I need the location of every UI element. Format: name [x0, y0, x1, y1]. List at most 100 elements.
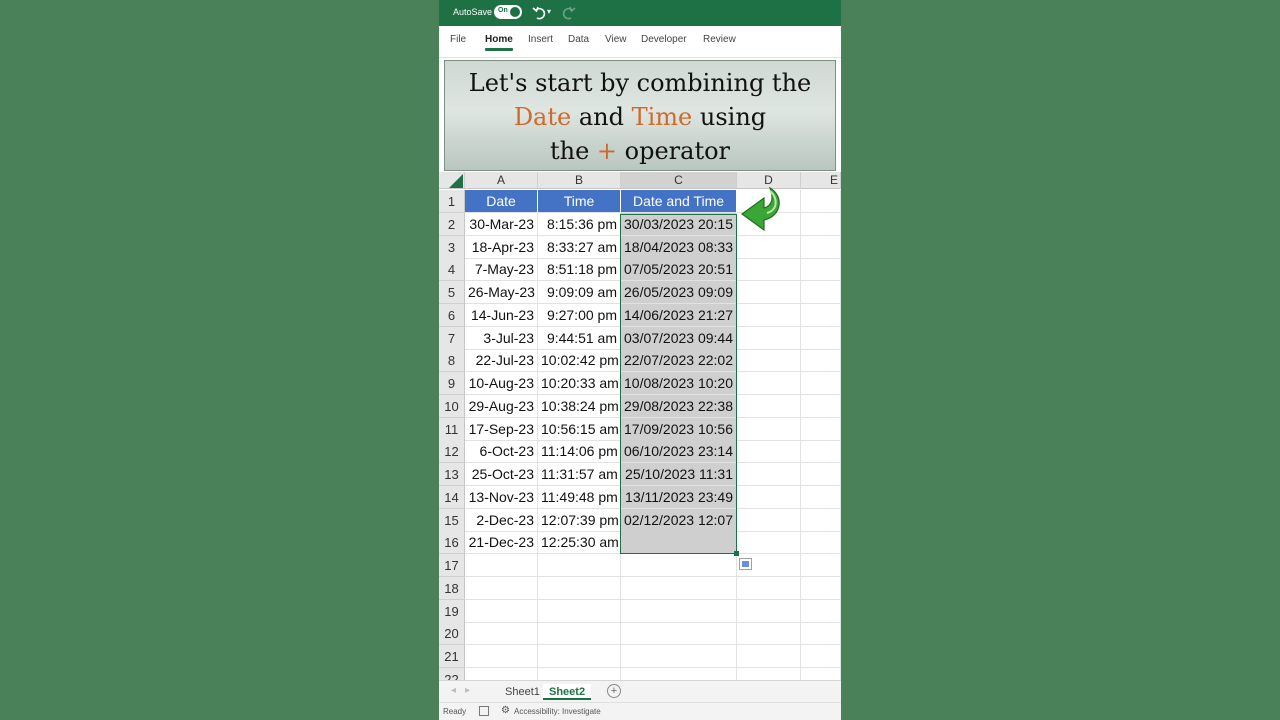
- status-accessibility[interactable]: Accessibility: Investigate: [514, 707, 601, 716]
- autosave-toggle[interactable]: On: [494, 5, 522, 19]
- row-header[interactable]: 18: [439, 576, 465, 600]
- row-header[interactable]: 16: [439, 531, 465, 555]
- tab-review[interactable]: Review: [703, 34, 736, 45]
- time-cell[interactable]: 9:27:00 pm: [538, 303, 621, 327]
- empty-cell[interactable]: [801, 485, 841, 509]
- empty-cell[interactable]: [465, 554, 538, 577]
- empty-cell[interactable]: [801, 212, 841, 236]
- quick-analysis-icon[interactable]: [739, 558, 752, 570]
- empty-cell[interactable]: [465, 576, 538, 600]
- empty-cell[interactable]: [538, 599, 621, 623]
- datetime-cell[interactable]: 18/04/2023 08:33: [621, 235, 737, 259]
- date-cell[interactable]: 3-Jul-23: [465, 326, 538, 350]
- empty-cell[interactable]: [801, 349, 841, 373]
- empty-cell[interactable]: [621, 599, 737, 623]
- undo-dropdown-icon[interactable]: ▾: [547, 7, 551, 16]
- row-header[interactable]: 20: [439, 622, 465, 646]
- datetime-cell[interactable]: 07/05/2023 20:51: [621, 258, 737, 282]
- empty-cell[interactable]: [465, 599, 538, 623]
- row-header[interactable]: 6: [439, 303, 465, 327]
- empty-cell[interactable]: [801, 326, 841, 350]
- empty-cell[interactable]: [737, 417, 801, 441]
- row-header[interactable]: 7: [439, 326, 465, 350]
- empty-cell[interactable]: [737, 303, 801, 327]
- datetime-cell[interactable]: 29/08/2023 22:38: [621, 394, 737, 418]
- row-header[interactable]: 14: [439, 485, 465, 509]
- empty-cell[interactable]: [737, 326, 801, 350]
- empty-cell[interactable]: [737, 463, 801, 486]
- datetime-cell[interactable]: 26/05/2023 09:09: [621, 281, 737, 304]
- empty-cell[interactable]: [801, 576, 841, 600]
- row-header[interactable]: 2: [439, 212, 465, 236]
- row-header[interactable]: 15: [439, 508, 465, 532]
- datetime-cell[interactable]: 17/09/2023 10:56: [621, 417, 737, 441]
- empty-cell[interactable]: [801, 235, 841, 259]
- row-header[interactable]: 13: [439, 463, 465, 486]
- sheet-tab-sheet1[interactable]: Sheet1: [499, 684, 546, 700]
- row-header[interactable]: 9: [439, 372, 465, 395]
- time-cell[interactable]: 10:56:15 am: [538, 417, 621, 441]
- datetime-cell[interactable]: 25/10/2023 11:31: [621, 463, 737, 486]
- datetime-cell[interactable]: 22/07/2023 22:02: [621, 349, 737, 373]
- datetime-cell[interactable]: 03/07/2023 09:44: [621, 326, 737, 350]
- empty-cell[interactable]: [801, 281, 841, 304]
- datetime-cell[interactable]: 06/10/2023 23:14: [621, 440, 737, 464]
- empty-cell[interactable]: [801, 508, 841, 532]
- empty-cell[interactable]: [737, 372, 801, 395]
- next-sheet-icon[interactable]: ▸: [465, 685, 470, 696]
- row-header[interactable]: 3: [439, 235, 465, 259]
- empty-cell[interactable]: [801, 190, 841, 213]
- macro-recording-icon[interactable]: [479, 706, 489, 716]
- header-cell[interactable]: Date: [465, 190, 538, 213]
- time-cell[interactable]: 12:07:39 pm: [538, 508, 621, 532]
- empty-cell[interactable]: [801, 394, 841, 418]
- column-header-a[interactable]: A: [465, 172, 538, 189]
- empty-cell[interactable]: [801, 531, 841, 555]
- tab-home[interactable]: Home: [485, 34, 513, 45]
- column-header-e[interactable]: E: [801, 172, 841, 189]
- time-cell[interactable]: 11:14:06 pm: [538, 440, 621, 464]
- datetime-cell[interactable]: 30/03/2023 20:15: [621, 212, 737, 236]
- empty-cell[interactable]: [737, 576, 801, 600]
- date-cell[interactable]: 25-Oct-23: [465, 463, 538, 486]
- time-cell[interactable]: 8:33:27 am: [538, 235, 621, 259]
- tab-developer[interactable]: Developer: [641, 34, 687, 45]
- date-cell[interactable]: 6-Oct-23: [465, 440, 538, 464]
- date-cell[interactable]: 2-Dec-23: [465, 508, 538, 532]
- date-cell[interactable]: 7-May-23: [465, 258, 538, 282]
- datetime-cell[interactable]: 02/12/2023 12:07: [621, 508, 737, 532]
- empty-cell[interactable]: [538, 576, 621, 600]
- accessibility-icon[interactable]: ⚙: [501, 705, 510, 716]
- time-cell[interactable]: 10:38:24 pm: [538, 394, 621, 418]
- date-cell[interactable]: 14-Jun-23: [465, 303, 538, 327]
- row-header[interactable]: 5: [439, 281, 465, 304]
- empty-cell[interactable]: [538, 554, 621, 577]
- date-cell[interactable]: 26-May-23: [465, 281, 538, 304]
- time-cell[interactable]: 12:25:30 am: [538, 531, 621, 555]
- empty-cell[interactable]: [621, 645, 737, 668]
- empty-cell[interactable]: [737, 281, 801, 304]
- datetime-cell[interactable]: [621, 531, 737, 555]
- empty-cell[interactable]: [801, 622, 841, 646]
- empty-cell[interactable]: [737, 645, 801, 668]
- row-header[interactable]: 1: [439, 190, 465, 213]
- tab-insert[interactable]: Insert: [528, 34, 553, 45]
- header-cell[interactable]: Time: [538, 190, 621, 213]
- date-cell[interactable]: 22-Jul-23: [465, 349, 538, 373]
- empty-cell[interactable]: [737, 349, 801, 373]
- empty-cell[interactable]: [801, 258, 841, 282]
- time-cell[interactable]: 9:44:51 am: [538, 326, 621, 350]
- datetime-cell[interactable]: 13/11/2023 23:49: [621, 485, 737, 509]
- row-header[interactable]: 4: [439, 258, 465, 282]
- header-cell[interactable]: Date and Time: [621, 190, 737, 213]
- row-header[interactable]: 21: [439, 645, 465, 668]
- date-cell[interactable]: 13-Nov-23: [465, 485, 538, 509]
- empty-cell[interactable]: [737, 235, 801, 259]
- empty-cell[interactable]: [801, 599, 841, 623]
- row-header[interactable]: 11: [439, 417, 465, 441]
- date-cell[interactable]: 29-Aug-23: [465, 394, 538, 418]
- date-cell[interactable]: 10-Aug-23: [465, 372, 538, 395]
- row-header[interactable]: 12: [439, 440, 465, 464]
- empty-cell[interactable]: [538, 622, 621, 646]
- time-cell[interactable]: 8:51:18 pm: [538, 258, 621, 282]
